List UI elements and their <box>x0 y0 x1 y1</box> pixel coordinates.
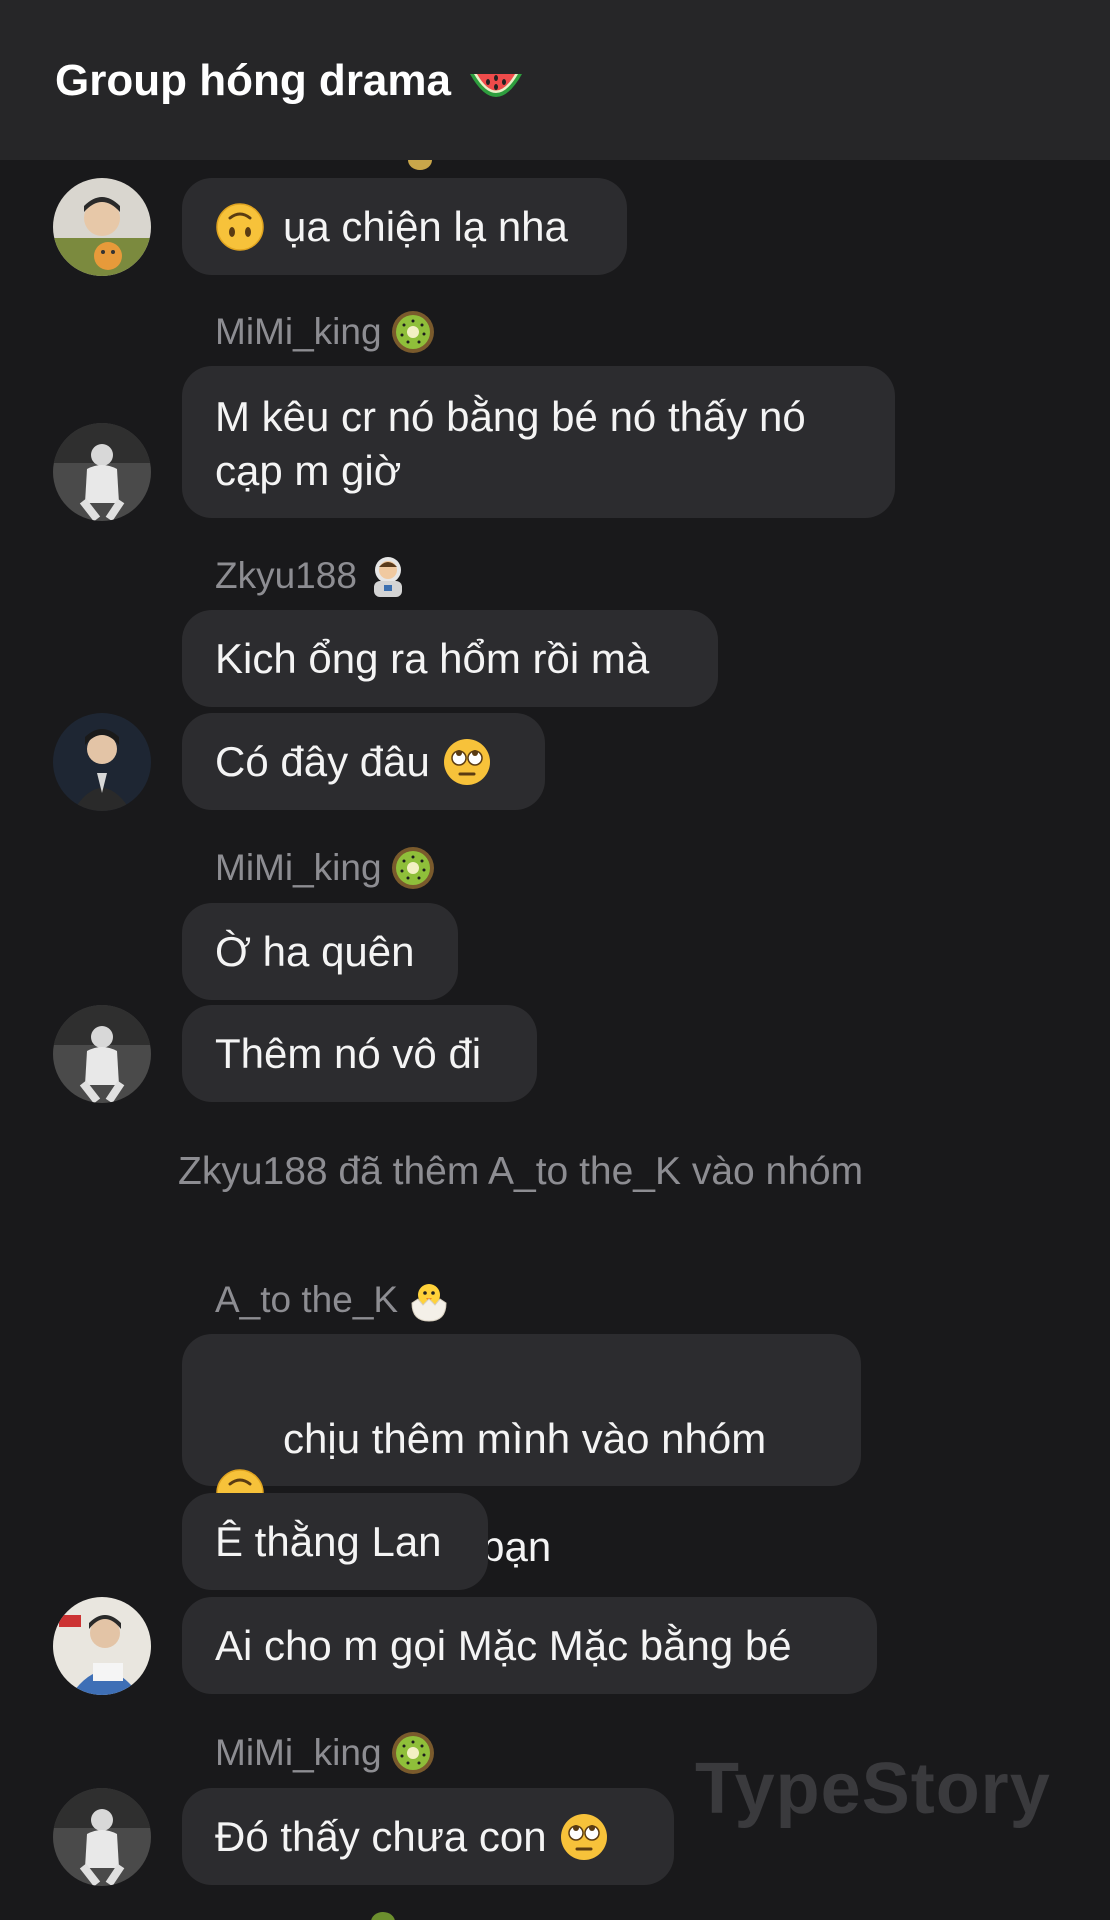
partial-emoji-icon <box>408 160 432 170</box>
message-text: Ê thằng Lan <box>215 1517 442 1565</box>
partial-emoji-icon <box>371 1912 395 1920</box>
chat-header[interactable]: Group hóng drama <box>0 0 1110 160</box>
message-bubble[interactable]: Ai cho m gọi Mặc Mặc bằng bé <box>182 1597 877 1694</box>
avatar[interactable] <box>53 713 151 811</box>
message-bubble[interactable]: Ê thằng Lan <box>182 1493 488 1590</box>
eye-roll-icon <box>559 1812 609 1862</box>
astronaut-icon <box>365 553 411 599</box>
sender-name: A_to the_K <box>215 1278 452 1322</box>
message-text: M kêu cr nó bằng bé nó thấy nó cạp m giờ <box>215 393 806 494</box>
message-text: Ai cho m gọi Mặc Mặc bằng bé <box>215 1621 792 1669</box>
kiwi-icon <box>390 309 436 355</box>
message-text: Đó thấy chưa con <box>215 1812 547 1860</box>
message-text: Kich ổng ra hổm rồi mà <box>215 634 650 682</box>
kiwi-icon <box>390 845 436 891</box>
message-text: Thêm nó vô đi <box>215 1029 482 1077</box>
system-notice: Zkyu188 đã thêm A_to the_K vào nhóm <box>178 1150 864 1193</box>
message-text: Ờ ha quên <box>215 927 415 975</box>
group-title: Group hóng drama <box>55 56 451 105</box>
message-bubble[interactable]: Thêm nó vô đi <box>182 1005 537 1102</box>
upside-down-face-icon <box>215 1414 265 1517</box>
upside-down-face-icon <box>215 202 265 252</box>
avatar[interactable] <box>53 1788 151 1886</box>
message-text: ụa chiện lạ nha <box>283 202 568 250</box>
hatching-chick-icon <box>406 1277 452 1323</box>
avatar[interactable] <box>53 178 151 276</box>
kiwi-icon <box>390 1730 436 1776</box>
watermark: TypeStory <box>695 1749 1051 1829</box>
avatar[interactable] <box>53 1005 151 1103</box>
avatar[interactable] <box>53 1597 151 1695</box>
message-bubble[interactable]: ụa chiện lạ nha <box>182 178 627 275</box>
sender-name: Zkyu188 <box>215 554 411 598</box>
eye-roll-icon <box>442 737 492 787</box>
sender-name: MiMi_king <box>215 1731 436 1775</box>
sender-name: MiMi_king <box>215 846 436 890</box>
message-bubble[interactable]: Có đây đâu <box>182 713 545 810</box>
message-bubble[interactable]: Đó thấy chưa con <box>182 1788 674 1885</box>
message-bubble[interactable]: Kich ổng ra hổm rồi mà <box>182 610 718 707</box>
message-text: Có đây đâu <box>215 737 430 785</box>
message-bubble[interactable]: chịu thêm mình vào nhóm rồi đó hả mấy bạ… <box>182 1334 861 1570</box>
message-bubble[interactable]: M kêu cr nó bằng bé nó thấy nó cạp m giờ <box>182 366 895 518</box>
message-bubble[interactable]: Ờ ha quên <box>182 903 458 1000</box>
avatar[interactable] <box>53 423 151 521</box>
chat-screen: Group hóng drama ụa chiện lạ nha MiMi_ki… <box>0 0 1110 1920</box>
watermelon-icon <box>466 60 526 110</box>
sender-name: MiMi_king <box>215 310 436 354</box>
